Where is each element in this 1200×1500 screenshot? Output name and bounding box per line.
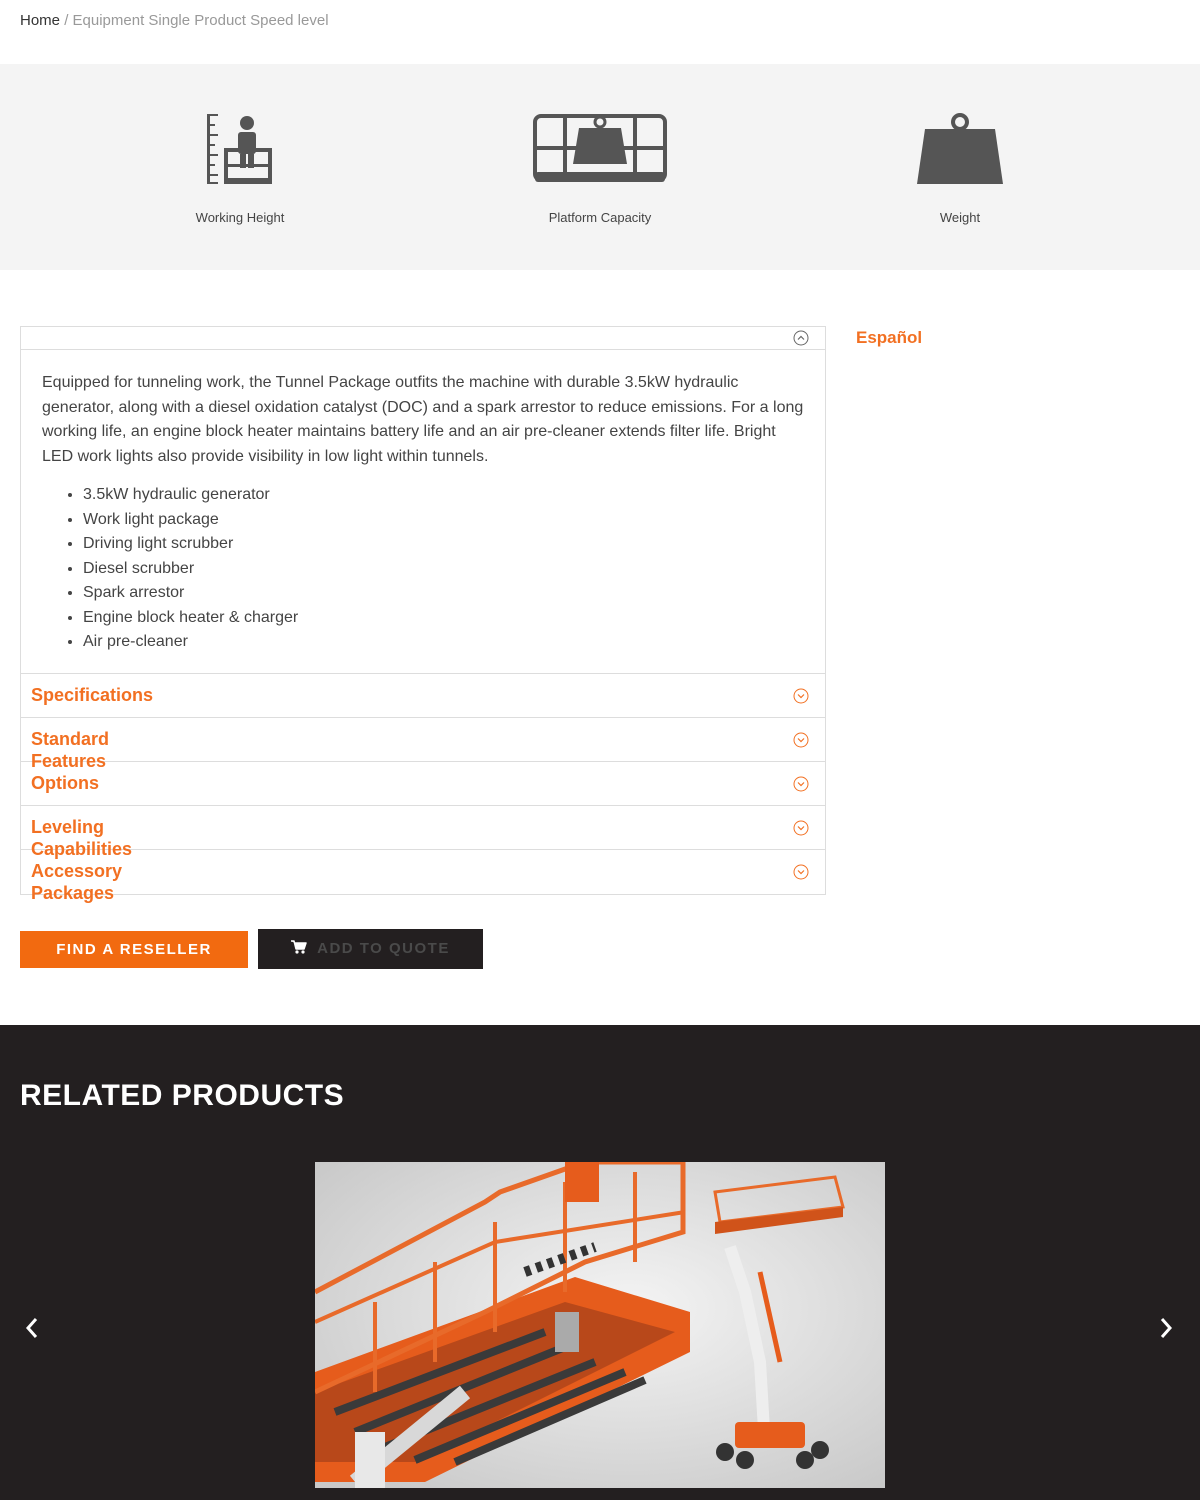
chevron-down-circle-icon[interactable]	[793, 688, 809, 704]
breadcrumb-home-link[interactable]: Home	[20, 12, 60, 29]
accordion-options[interactable]: Options	[21, 762, 825, 806]
chevron-down-circle-icon[interactable]	[793, 732, 809, 748]
spec-platform-capacity-label: Platform Capacity	[548, 210, 652, 225]
feature-item: Air pre-cleaner	[83, 630, 804, 655]
breadcrumb: Home / Equipment Single Product Speed le…	[20, 12, 329, 29]
accordion-specifications[interactable]: Specifications	[21, 674, 825, 718]
feature-item: 3.5kW hydraulic generator	[83, 483, 804, 508]
add-to-quote-button[interactable]: ADD TO QUOTE	[258, 929, 483, 969]
spec-strip: Working Height Platform Capacity Weight	[0, 64, 1200, 270]
feature-item: Driving light scrubber	[83, 532, 804, 557]
related-products-section: RELATED PRODUCTS	[0, 1025, 1200, 1500]
feature-item: Diesel scrubber	[83, 557, 804, 582]
chevron-down-circle-icon[interactable]	[793, 820, 809, 836]
accordion-options-label[interactable]: Options	[31, 772, 141, 794]
related-product-image[interactable]	[315, 1162, 885, 1488]
chevron-left-icon[interactable]	[22, 1316, 42, 1340]
spec-weight-label: Weight	[939, 210, 981, 225]
feature-item: Engine block heater & charger	[83, 606, 804, 631]
feature-list: 3.5kW hydraulic generator Work light pac…	[42, 483, 804, 655]
accordion-open-panel: Equipped for tunneling work, the Tunnel …	[21, 350, 825, 674]
working-height-icon	[207, 114, 272, 184]
language-link-espanol[interactable]: Español	[856, 328, 922, 348]
weight-icon	[917, 113, 1003, 184]
accordion-accessory-packages-label[interactable]: Accessory Packages	[31, 860, 141, 904]
product-accordion: Equipped for tunneling work, the Tunnel …	[20, 326, 826, 903]
chevron-down-circle-icon[interactable]	[793, 776, 809, 792]
breadcrumb-current: Equipment Single Product Speed level	[72, 12, 329, 29]
accordion-accessory-packages[interactable]: Accessory Packages	[21, 850, 825, 903]
spec-working-height-label: Working Height	[195, 210, 285, 225]
accordion-standard-features[interactable]: Standard Features	[21, 718, 825, 771]
platform-capacity-icon	[533, 114, 667, 182]
accordion-open-header[interactable]	[21, 327, 825, 350]
chevron-right-icon[interactable]	[1156, 1316, 1176, 1340]
accordion-specifications-label[interactable]: Specifications	[31, 684, 231, 706]
breadcrumb-separator: /	[64, 12, 69, 29]
accordion-leveling-capabilities[interactable]: Leveling Capabilities	[21, 806, 825, 859]
chevron-up-circle-icon[interactable]	[793, 330, 809, 346]
feature-item: Work light package	[83, 508, 804, 533]
cart-icon	[291, 940, 307, 954]
feature-item: Spark arrestor	[83, 581, 804, 606]
related-products-title: RELATED PRODUCTS	[20, 1079, 345, 1112]
chevron-down-circle-icon[interactable]	[793, 864, 809, 880]
find-reseller-button[interactable]: FIND A RESELLER	[20, 931, 248, 968]
description-paragraph: Equipped for tunneling work, the Tunnel …	[42, 374, 804, 465]
add-to-quote-label: ADD TO QUOTE	[317, 940, 450, 957]
